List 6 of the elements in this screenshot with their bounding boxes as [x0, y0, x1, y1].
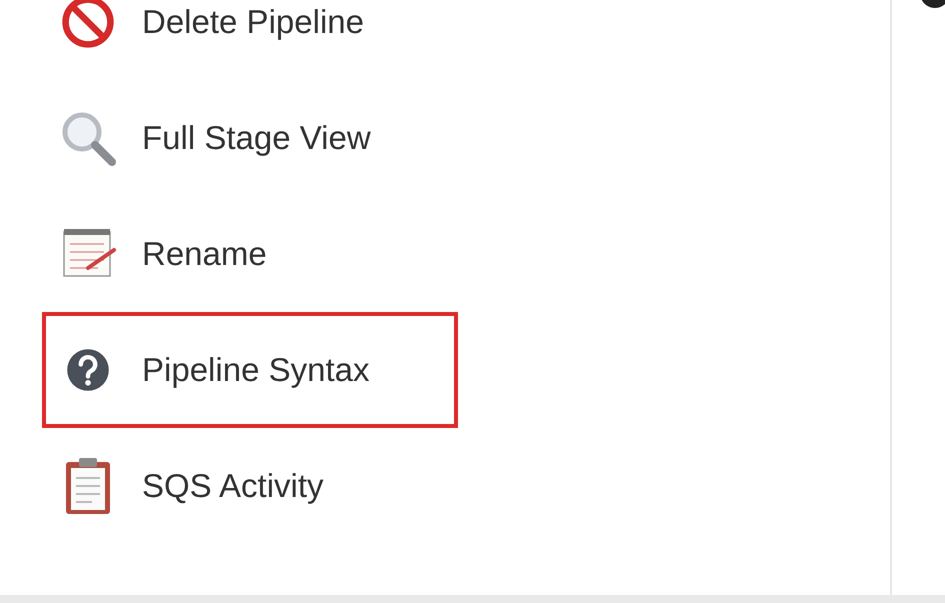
- sidebar-link[interactable]: SQS Activity: [42, 428, 458, 544]
- help-icon: [64, 346, 112, 394]
- sidebar-link[interactable]: Rename: [42, 196, 458, 312]
- sidebar-link[interactable]: Delete Pipeline: [42, 0, 458, 80]
- sidebar-link[interactable]: Pipeline Syntax: [42, 312, 458, 428]
- sidebar-link[interactable]: Full Stage View: [42, 80, 458, 196]
